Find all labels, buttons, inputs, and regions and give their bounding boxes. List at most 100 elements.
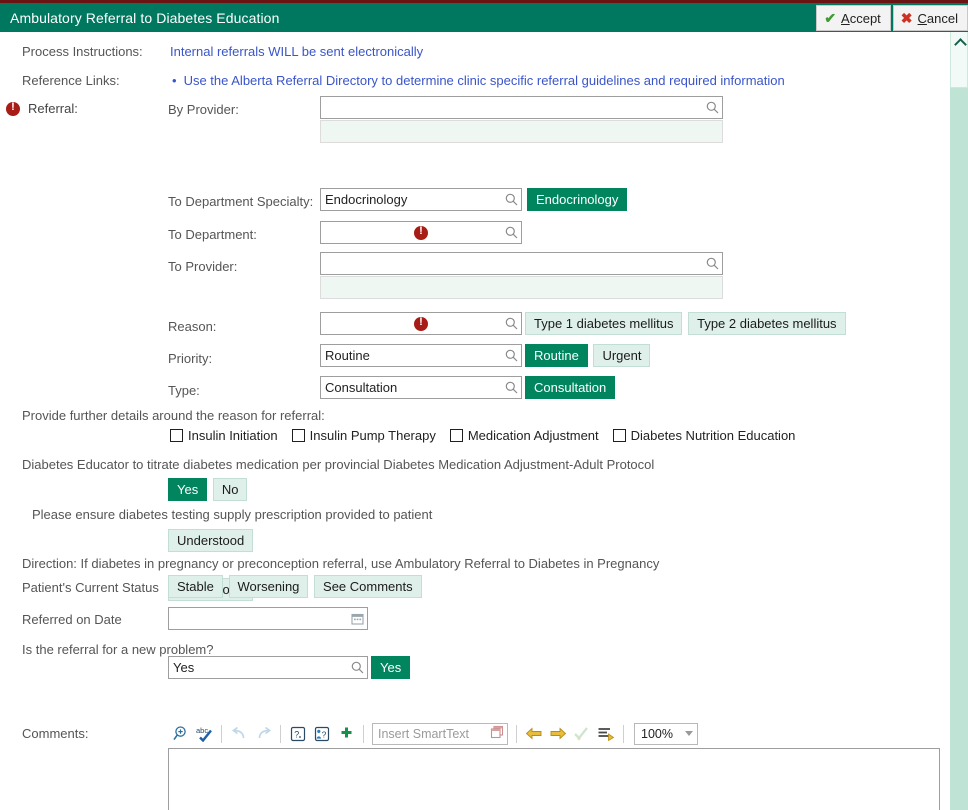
to-department-input[interactable] bbox=[320, 221, 522, 244]
list-arrow-icon[interactable] bbox=[594, 722, 618, 746]
checkbox-label: Diabetes Nutrition Education bbox=[630, 428, 796, 443]
new-problem-input[interactable]: Yes bbox=[168, 656, 368, 679]
magnifier-icon[interactable] bbox=[703, 97, 722, 118]
checkbox-medication-adjustment[interactable]: Medication Adjustment bbox=[449, 428, 599, 443]
reference-link-text[interactable]: Use the Alberta Referral Directory to de… bbox=[184, 73, 785, 88]
reference-links-label: Reference Links: bbox=[22, 73, 120, 88]
reason-input[interactable] bbox=[320, 312, 522, 335]
magnifier-plus-icon[interactable] bbox=[168, 722, 192, 746]
chip-new-problem-yes[interactable]: Yes bbox=[371, 656, 411, 679]
copy-window-icon[interactable] bbox=[490, 725, 504, 742]
to-provider-input[interactable] bbox=[320, 252, 723, 275]
referred-on-date-input[interactable] bbox=[168, 607, 368, 630]
direction-prompt: Direction: If diabetes in pregnancy or p… bbox=[22, 556, 660, 571]
chip-endocrinology[interactable]: Endocrinology bbox=[527, 188, 628, 211]
to-dept-specialty-value: Endocrinology bbox=[325, 192, 408, 207]
right-arrow-icon[interactable] bbox=[546, 722, 570, 746]
current-status-label-row: Patient's Current Status bbox=[22, 580, 159, 595]
smarttext-placeholder: Insert SmartText bbox=[378, 726, 469, 741]
window-title: Ambulatory Referral to Diabetes Educatio… bbox=[10, 9, 280, 26]
priority-value: Routine bbox=[325, 348, 370, 363]
magnifier-icon[interactable] bbox=[502, 313, 521, 334]
current-status-label: Patient's Current Status bbox=[22, 580, 159, 595]
chip-type-2-diabetes-mellitus[interactable]: Type 2 diabetes mellitus bbox=[688, 312, 846, 335]
new-problem-chips: Yes bbox=[371, 656, 412, 679]
chip-urgent[interactable]: Urgent bbox=[593, 344, 651, 367]
reference-link-item[interactable]: • Use the Alberta Referral Directory to … bbox=[172, 73, 785, 88]
checkbox-box-icon[interactable] bbox=[291, 429, 305, 442]
question-box-icon[interactable]: ? bbox=[286, 722, 310, 746]
checkbox-box-icon[interactable] bbox=[449, 429, 463, 442]
question-person-box-icon[interactable]: ? bbox=[310, 722, 334, 746]
calendar-icon[interactable] bbox=[348, 608, 367, 629]
chip-status-worsening[interactable]: Worsening bbox=[228, 575, 309, 598]
chip-consultation[interactable]: Consultation bbox=[525, 376, 616, 399]
reason-chips: Type 1 diabetes mellitus Type 2 diabetes… bbox=[525, 312, 848, 335]
magnifier-icon[interactable] bbox=[502, 345, 521, 366]
current-status-chips: Stable Worsening See Comments bbox=[168, 575, 424, 598]
redo-arrow-icon[interactable] bbox=[251, 722, 275, 746]
direction-prompt-row: Direction: If diabetes in pregnancy or p… bbox=[22, 556, 659, 571]
accept-button[interactable]: ✔ Accept bbox=[816, 5, 891, 31]
by-provider-label-row: By Provider: bbox=[168, 102, 239, 117]
toolbar-separator bbox=[516, 724, 517, 743]
required-error-icon bbox=[414, 225, 428, 240]
scrollbar-thumb[interactable] bbox=[950, 32, 968, 88]
checkbox-box-icon[interactable] bbox=[170, 429, 183, 442]
vertical-scrollbar[interactable] bbox=[950, 32, 968, 810]
reason-required-wrap bbox=[321, 313, 521, 334]
toolbar-separator bbox=[363, 724, 364, 743]
cancel-button[interactable]: ✖ Cancel bbox=[892, 5, 968, 31]
to-dept-specialty-chips: Endocrinology bbox=[527, 188, 629, 211]
plus-icon[interactable] bbox=[334, 722, 358, 746]
chip-status-stable[interactable]: Stable bbox=[168, 575, 223, 598]
details-checkbox-group: Insulin Initiation Insulin Pump Therapy … bbox=[170, 428, 809, 443]
comments-textarea[interactable] bbox=[168, 748, 940, 810]
by-provider-label: By Provider: bbox=[168, 102, 239, 117]
abc-check-icon[interactable]: abc bbox=[192, 722, 216, 746]
to-dept-specialty-input[interactable]: Endocrinology bbox=[320, 188, 522, 211]
priority-input[interactable]: Routine bbox=[320, 344, 522, 367]
undo-arrow-icon[interactable] bbox=[227, 722, 251, 746]
svg-text:?: ? bbox=[294, 729, 299, 739]
checkbox-insulin-initiation[interactable]: Insulin Initiation bbox=[170, 428, 278, 443]
titrate-prompt: Diabetes Educator to titrate diabetes me… bbox=[22, 457, 655, 472]
magnifier-icon[interactable] bbox=[502, 222, 521, 243]
magnifier-icon[interactable] bbox=[703, 253, 722, 274]
left-arrow-icon[interactable] bbox=[522, 722, 546, 746]
form-scroll-area: Process Instructions: Internal referrals… bbox=[0, 32, 950, 810]
priority-label: Priority: bbox=[168, 351, 213, 366]
to-dept-specialty-label-row: To Department Specialty: bbox=[168, 194, 313, 209]
toolbar-separator bbox=[623, 724, 624, 743]
check-icon: ✔ bbox=[824, 10, 837, 26]
process-instructions-label: Process Instructions: bbox=[22, 44, 143, 59]
type-chips: Consultation bbox=[525, 376, 617, 399]
to-provider-label: To Provider: bbox=[168, 259, 238, 274]
checkbox-diabetes-nutrition-education[interactable]: Diabetes Nutrition Education bbox=[612, 428, 796, 443]
type-label: Type: bbox=[168, 383, 200, 398]
chevron-down-icon[interactable] bbox=[685, 731, 693, 736]
comments-toolbar: abc ? ? Insert SmartText 100% bbox=[168, 720, 698, 747]
process-instructions-value-row: Internal referrals WILL be sent electron… bbox=[170, 44, 423, 59]
chip-routine[interactable]: Routine bbox=[525, 344, 588, 367]
magnifier-icon[interactable] bbox=[502, 189, 521, 210]
smarttext-input[interactable]: Insert SmartText bbox=[372, 722, 508, 745]
chip-status-see-comments[interactable]: See Comments bbox=[314, 575, 422, 598]
new-problem-value: Yes bbox=[173, 660, 195, 675]
checkbox-box-icon[interactable] bbox=[612, 429, 626, 442]
type-label-row: Type: bbox=[168, 383, 200, 398]
by-provider-shadow-box bbox=[320, 120, 723, 143]
check-arrow-icon[interactable] bbox=[570, 722, 594, 746]
type-input[interactable]: Consultation bbox=[320, 376, 522, 399]
details-prompt: Provide further details around the reaso… bbox=[22, 408, 325, 423]
chip-type-1-diabetes-mellitus[interactable]: Type 1 diabetes mellitus bbox=[525, 312, 683, 335]
to-department-label: To Department: bbox=[168, 227, 257, 242]
zoom-level-select[interactable]: 100% bbox=[634, 722, 698, 745]
by-provider-input[interactable] bbox=[320, 96, 723, 119]
magnifier-icon[interactable] bbox=[348, 657, 367, 678]
toolbar-separator bbox=[221, 724, 222, 743]
to-provider-shadow-box bbox=[320, 276, 723, 299]
checkbox-insulin-pump-therapy[interactable]: Insulin Pump Therapy bbox=[291, 428, 436, 443]
magnifier-icon[interactable] bbox=[502, 377, 521, 398]
referred-on-label: Referred on Date bbox=[22, 612, 122, 627]
